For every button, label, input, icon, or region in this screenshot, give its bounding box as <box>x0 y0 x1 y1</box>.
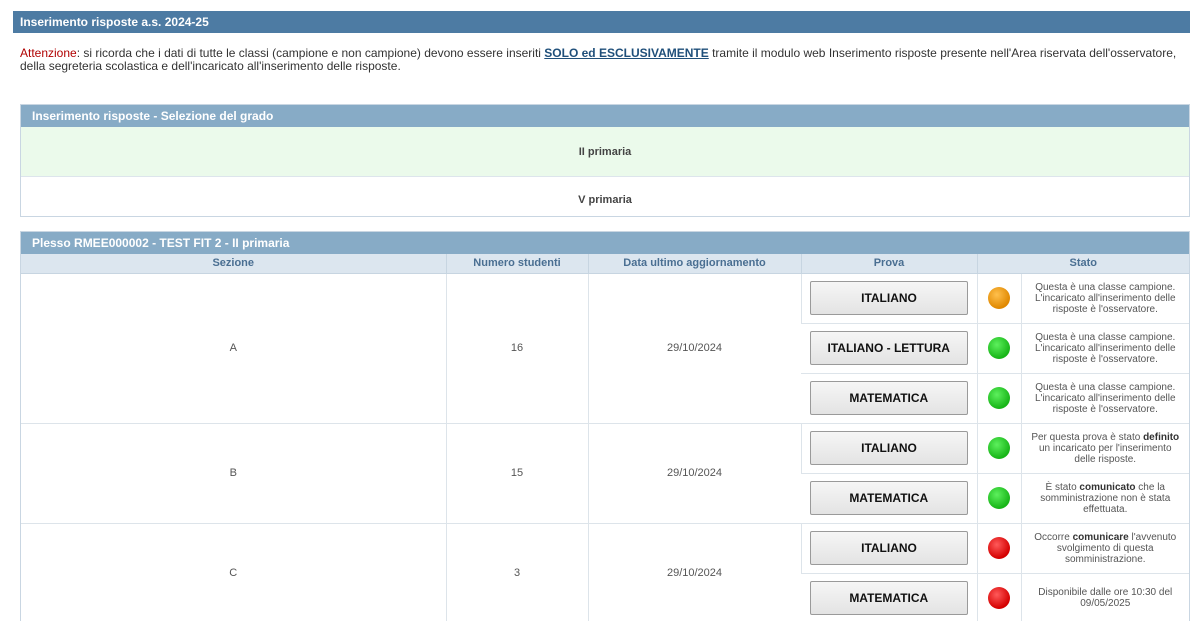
status-indicator-cell <box>976 423 1021 474</box>
results-panel: Plesso RMEE000002 - TEST FIT 2 - II prim… <box>20 231 1190 621</box>
prova-button[interactable]: MATEMATICA <box>809 381 968 415</box>
section-name-cell: C <box>21 523 446 621</box>
last-update-cell: 29/10/2024 <box>587 423 801 524</box>
status-indicator-cell <box>976 373 1021 424</box>
prova-cell: MATEMATICA <box>801 473 977 524</box>
status-indicator-cell <box>976 473 1021 524</box>
status-text-cell: Questa è una classe campione. L'incarica… <box>1020 323 1189 374</box>
section-name-cell: B <box>21 423 446 524</box>
prova-cell: ITALIANO - LETTURA <box>801 323 977 374</box>
status-orange-dot-icon <box>988 287 1010 309</box>
status-green-dot-icon <box>988 387 1010 409</box>
column-header-prova: Prova <box>800 254 977 274</box>
status-text: Questa è una classe campione. L'incarica… <box>1034 381 1176 415</box>
results-panel-title: Plesso RMEE000002 - TEST FIT 2 - II prim… <box>21 232 1189 254</box>
status-text-cell: Questa è una classe campione. L'incarica… <box>1020 373 1189 424</box>
status-text-emphasis: comunicato <box>1079 481 1136 493</box>
last-update-cell: 29/10/2024 <box>587 273 801 424</box>
prova-cell: ITALIANO <box>800 273 977 324</box>
prova-button[interactable]: ITALIANO <box>810 281 968 315</box>
prova-cell: MATEMATICA <box>801 373 977 424</box>
section-name-cell: A <box>21 273 446 424</box>
status-text-cell: Occorre comunicare l'avvenuto svolgiment… <box>1020 523 1189 574</box>
student-count-cell: 16 <box>445 273 588 424</box>
prova-cell: MATEMATICA <box>801 573 977 621</box>
status-text-emphasis: definito <box>1143 431 1180 443</box>
status-indicator-cell <box>976 323 1021 374</box>
prova-button[interactable]: MATEMATICA <box>809 481 968 515</box>
status-green-dot-icon <box>988 437 1010 459</box>
prova-cell: ITALIANO <box>800 423 977 474</box>
grade-option-v-primaria[interactable]: V primaria <box>21 177 1189 222</box>
prova-button[interactable]: ITALIANO <box>810 531 968 565</box>
notice-text: Attenzione: si ricorda che i dati di tut… <box>20 47 1185 73</box>
table-row: C 3 29/10/2024 ITALIANO Occorre comunicare l… <box>21 523 1189 621</box>
notice-warning-label: Attenzione <box>20 46 77 60</box>
grade-panel-title: Inserimento risposte - Selezione del gra… <box>21 105 1189 127</box>
status-text: Disponibile dalle ore 10:30 del 09/05/20… <box>1038 587 1173 609</box>
grade-option-ii-primaria[interactable]: II primaria <box>21 127 1189 177</box>
page-header: Inserimento risposte a.s. 2024-25 <box>13 11 1190 33</box>
prova-button[interactable]: MATEMATICA <box>809 581 968 615</box>
grade-selection-panel: Inserimento risposte - Selezione del gra… <box>20 104 1190 217</box>
status-text-cell: È stato comunicato che la somministrazio… <box>1020 473 1189 524</box>
student-count-cell: 3 <box>445 523 588 621</box>
status-text-cell: Per questa prova è stato definito un inc… <box>1020 423 1189 474</box>
status-text: Per questa prova è stato <box>1031 431 1144 443</box>
prova-cell: ITALIANO <box>800 523 977 574</box>
status-text-emphasis: comunicare <box>1072 531 1129 543</box>
table-row: A 16 29/10/2024 ITALIANO Questa è una classe… <box>21 273 1189 424</box>
status-text: Occorre <box>1034 531 1073 543</box>
status-indicator-cell <box>976 523 1021 574</box>
status-indicator-cell <box>976 273 1021 324</box>
column-header-numero-studenti: Numero studenti <box>445 254 588 274</box>
column-header-stato: Stato <box>976 254 1189 274</box>
prova-button[interactable]: ITALIANO - LETTURA <box>809 331 968 365</box>
status-text-cell: Questa è una classe campione. L'incarica… <box>1020 273 1189 324</box>
student-count-cell: 15 <box>445 423 588 524</box>
prova-button[interactable]: ITALIANO <box>810 431 968 465</box>
table-header-row: Sezione Numero studenti Data ultimo aggi… <box>21 254 1189 274</box>
results-table: Sezione Numero studenti Data ultimo aggi… <box>21 254 1189 621</box>
column-header-sezione: Sezione <box>21 254 446 274</box>
status-indicator-cell <box>976 573 1021 621</box>
status-red-dot-icon <box>988 537 1010 559</box>
status-text: È stato <box>1045 481 1080 493</box>
table-row: B 15 29/10/2024 ITALIANO Per questa prova è … <box>21 423 1189 524</box>
last-update-cell: 29/10/2024 <box>587 523 801 621</box>
status-red-dot-icon <box>988 587 1010 609</box>
status-green-dot-icon <box>988 337 1010 359</box>
notice-text-before: : si ricorda che i dati di tutte le clas… <box>76 46 545 60</box>
status-text: Questa è una classe campione. L'incarica… <box>1034 281 1176 315</box>
status-text-tail: un incaricato per l'inserimento delle ri… <box>1038 442 1172 465</box>
status-text: Questa è una classe campione. L'incarica… <box>1034 331 1176 365</box>
status-text-cell: Disponibile dalle ore 10:30 del 09/05/20… <box>1020 573 1189 621</box>
notice-emphasis: SOLO ed ESCLUSIVAMENTE <box>544 46 709 60</box>
status-green-dot-icon <box>988 487 1010 509</box>
column-header-data: Data ultimo aggiornamento <box>587 254 801 274</box>
